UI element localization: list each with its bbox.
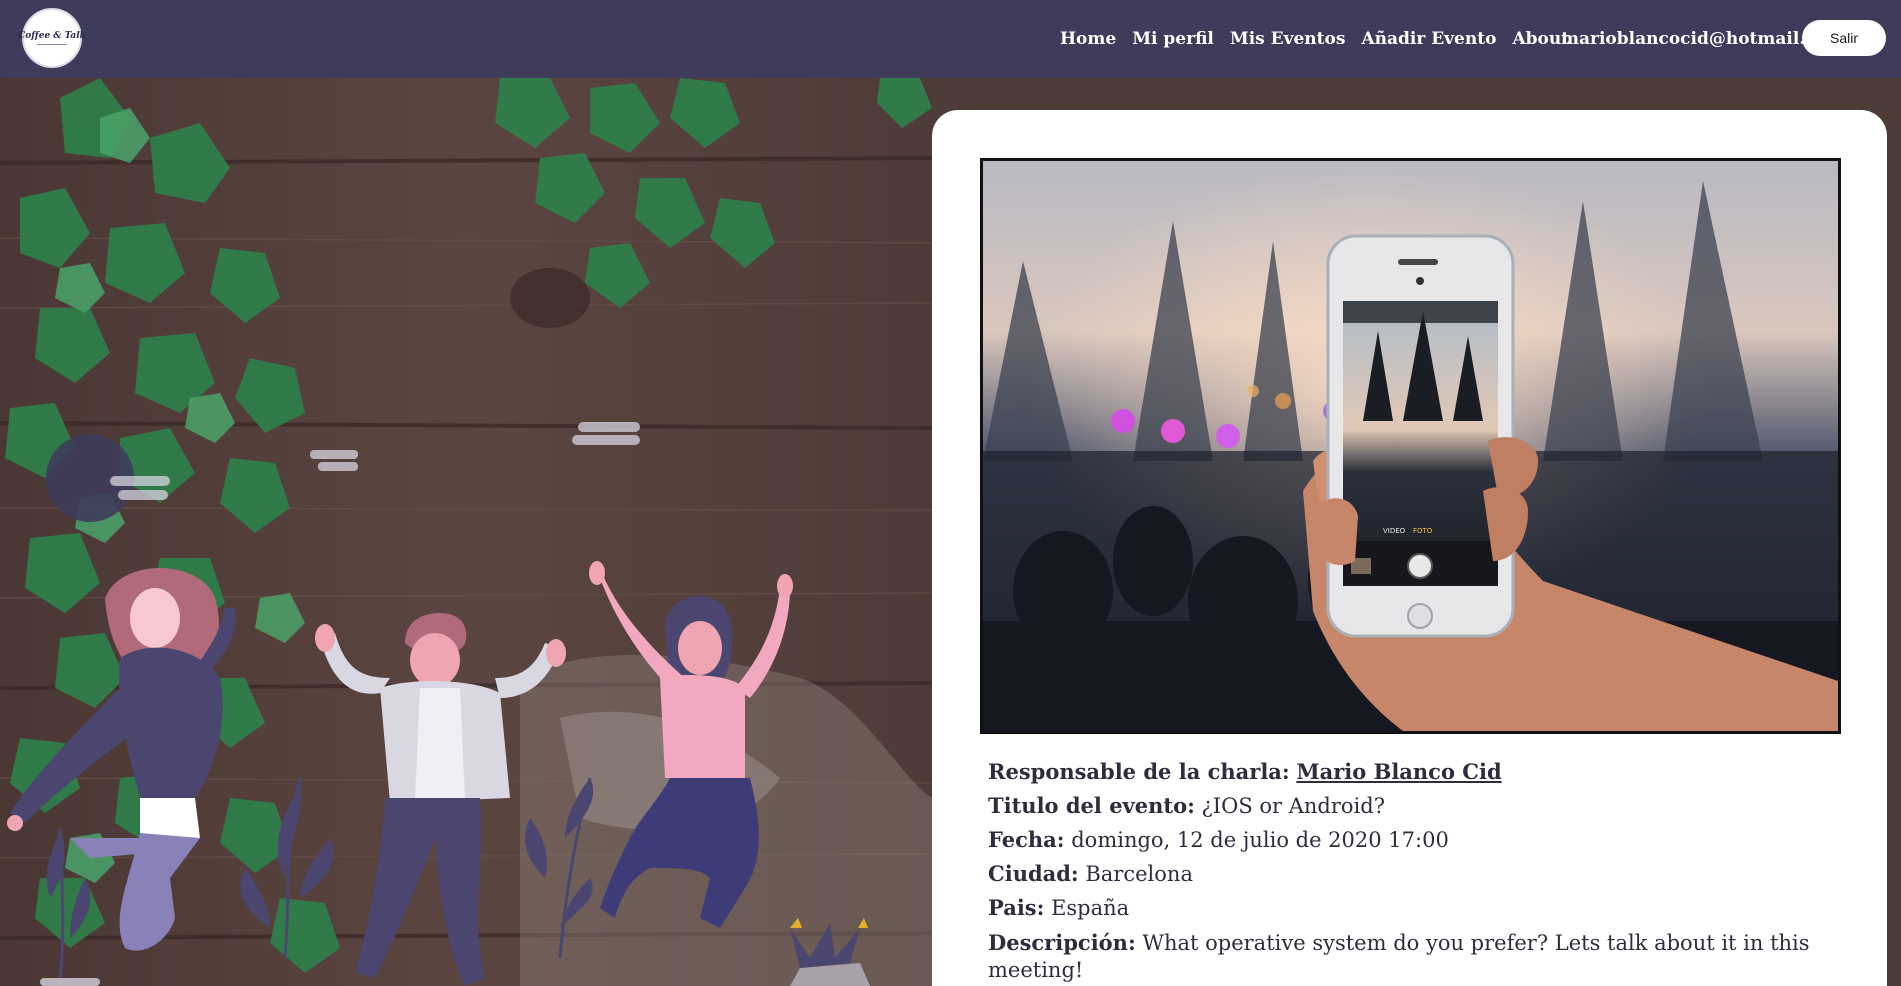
detail-description-label: Descripción:: [988, 930, 1136, 955]
brand-logo-text: Coffee & Talk: [18, 31, 86, 41]
detail-city: Ciudad: Barcelona: [988, 857, 1828, 891]
phone-camera-mode-foto: FOTO: [1413, 527, 1433, 535]
detail-description: Descripción: What operative system do yo…: [988, 929, 1828, 984]
brand-logo-underline: [37, 44, 67, 45]
detail-country: Pais: España: [988, 891, 1828, 925]
phone-camera-mode-video: VIDEO: [1383, 527, 1406, 535]
event-photo-image: VIDEO FOTO: [983, 161, 1838, 731]
nav-home-link[interactable]: Home: [1060, 29, 1116, 49]
top-navbar: Coffee & Talk Home Mi perfil Mis Eventos…: [0, 0, 1901, 78]
event-details: Responsable de la charla: Mario Blanco C…: [988, 755, 1828, 984]
detail-date: Fecha: domingo, 12 de julio de 2020 17:0…: [988, 823, 1828, 857]
nav-profile-link[interactable]: Mi perfil: [1132, 29, 1214, 49]
nav-add-event-link[interactable]: Añadir Evento: [1361, 29, 1496, 49]
detail-date-label: Fecha:: [988, 827, 1065, 852]
logout-button[interactable]: Salir: [1802, 20, 1886, 56]
detail-city-value: Barcelona: [1085, 862, 1193, 886]
user-email: marioblancocid@hotmail.es: [1561, 29, 1826, 49]
brand-logo[interactable]: Coffee & Talk: [18, 8, 86, 68]
hero-illustration: [0, 78, 932, 986]
detail-date-value: domingo, 12 de julio de 2020 17:00: [1071, 828, 1449, 852]
detail-country-value: España: [1051, 896, 1130, 920]
detail-owner-label: Responsable de la charla:: [988, 759, 1290, 784]
detail-city-label: Ciudad:: [988, 861, 1079, 886]
main-nav: Home Mi perfil Mis Eventos Añadir Evento…: [1060, 0, 1569, 78]
event-photo: VIDEO FOTO: [980, 158, 1841, 734]
detail-owner: Responsable de la charla: Mario Blanco C…: [988, 755, 1828, 789]
hero-background-image: [0, 78, 932, 986]
detail-title: Titulo del evento: ¿IOS or Android?: [988, 789, 1828, 823]
detail-country-label: Pais:: [988, 895, 1045, 920]
detail-title-value: ¿IOS or Android?: [1201, 794, 1385, 818]
detail-title-label: Titulo del evento:: [988, 793, 1195, 818]
nav-my-events-link[interactable]: Mis Eventos: [1230, 29, 1346, 49]
event-detail-card: VIDEO FOTO Responsable de la charla: Mar…: [932, 110, 1887, 986]
event-owner-link[interactable]: Mario Blanco Cid: [1296, 759, 1501, 784]
